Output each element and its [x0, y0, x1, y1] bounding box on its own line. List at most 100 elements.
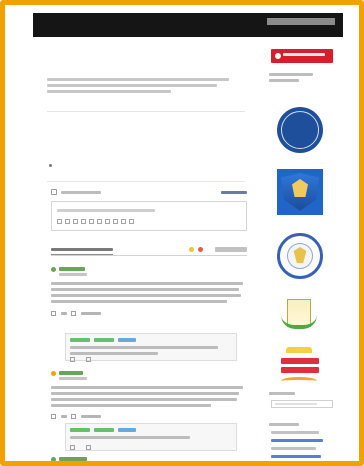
sidebar-button-icon — [275, 53, 281, 59]
reply-icon[interactable] — [86, 357, 91, 362]
sidebar-button-text — [283, 53, 325, 56]
comment-actions — [51, 414, 111, 419]
top-right-block — [267, 18, 335, 25]
intro-line-3 — [47, 90, 171, 93]
right-sidebar — [263, 43, 339, 461]
bold-icon[interactable] — [57, 219, 62, 224]
intro-line-1 — [47, 78, 229, 81]
sort-text — [61, 191, 101, 194]
reply-author[interactable] — [70, 428, 90, 432]
comment-text-line — [51, 398, 237, 401]
comment-meta-row — [51, 189, 247, 198]
intro-line-2 — [47, 84, 217, 87]
reply-time — [118, 338, 136, 342]
sidebar-link[interactable] — [271, 431, 319, 434]
login-link[interactable] — [221, 191, 247, 194]
university-seal-icon[interactable] — [277, 233, 323, 279]
section-divider-top — [47, 111, 245, 112]
comment-text-line — [51, 404, 211, 407]
avatar-icon — [51, 267, 56, 272]
page-frame — [0, 0, 364, 466]
comment-time — [59, 273, 87, 276]
avatar-icon — [51, 457, 56, 461]
reply-item — [65, 333, 237, 362]
avatar-icon — [51, 371, 56, 376]
sort-icon[interactable] — [51, 189, 57, 195]
comment-text-line — [51, 288, 239, 291]
moderator-badge — [94, 428, 114, 432]
logo-ribbon — [286, 347, 312, 353]
underline-icon[interactable] — [73, 219, 78, 224]
comment-author[interactable] — [59, 371, 83, 375]
image-icon[interactable] — [121, 219, 126, 224]
reply-icon[interactable] — [71, 311, 76, 316]
logo-ring — [281, 111, 319, 149]
like-icon[interactable] — [70, 357, 75, 362]
dislike-icon[interactable] — [198, 247, 203, 252]
comment-text-line — [51, 282, 243, 285]
logo-85-icon[interactable] — [277, 107, 323, 153]
main-content — [41, 43, 251, 461]
editor-placeholder — [57, 209, 155, 212]
moderator-badge — [94, 338, 114, 342]
quote-icon[interactable] — [105, 219, 110, 224]
list-icon[interactable] — [89, 219, 94, 224]
comment-score — [61, 415, 67, 418]
comment-score — [61, 312, 67, 315]
logo-swoosh — [281, 377, 317, 385]
ordered-list-icon[interactable] — [97, 219, 102, 224]
comment-text-line — [51, 392, 239, 395]
sidebar-search-label — [269, 392, 295, 395]
reply-time — [118, 428, 136, 432]
reply-text-line — [70, 436, 190, 439]
comment-item — [51, 371, 247, 419]
steps-of-success-icon[interactable] — [277, 347, 323, 393]
logo-title-line — [281, 358, 319, 364]
comment-text-line — [51, 300, 227, 303]
comments-underline — [51, 255, 247, 256]
comment-time — [59, 377, 87, 380]
editor-toolbar — [57, 219, 177, 225]
reply-item — [65, 423, 237, 451]
reply-icon[interactable] — [86, 445, 91, 450]
link-icon[interactable] — [113, 219, 118, 224]
logo-title-line — [281, 367, 319, 373]
comment-text-line — [51, 294, 241, 297]
reply-label[interactable] — [81, 312, 101, 315]
sidebar-link[interactable] — [271, 439, 323, 442]
strike-icon[interactable] — [81, 219, 86, 224]
like-icon[interactable] — [189, 247, 194, 252]
comments-tab-bar — [51, 247, 247, 256]
code-icon[interactable] — [129, 219, 134, 224]
sidebar-search-placeholder — [275, 403, 317, 405]
section-divider-middle — [47, 181, 245, 182]
comment-item — [51, 457, 247, 461]
comment-item — [51, 267, 247, 327]
like-icon[interactable] — [51, 311, 56, 316]
sidebar-top-button[interactable] — [271, 49, 333, 63]
reply-text-line — [70, 346, 218, 349]
like-icon[interactable] — [70, 445, 75, 450]
reply-author[interactable] — [70, 338, 90, 342]
like-icon[interactable] — [51, 414, 56, 419]
sidebar-caption — [269, 73, 313, 76]
sidebar-search-input[interactable] — [271, 400, 333, 408]
sidebar-link[interactable] — [271, 455, 321, 458]
comment-text-line — [51, 386, 243, 389]
sidebar-caption — [269, 79, 299, 82]
reply-label[interactable] — [81, 415, 101, 418]
sidebar-link[interactable] — [271, 447, 316, 450]
top-navigation — [33, 13, 343, 37]
reply-icon[interactable] — [71, 414, 76, 419]
comment-author[interactable] — [59, 267, 85, 271]
sidebar-section-label — [269, 423, 299, 426]
comment-editor[interactable] — [51, 201, 247, 231]
italic-icon[interactable] — [65, 219, 70, 224]
comment-author[interactable] — [59, 457, 87, 461]
coat-of-arms-icon[interactable] — [277, 169, 323, 215]
comment-actions — [51, 311, 111, 316]
bullet-dot — [49, 164, 52, 167]
sort-by-dropdown[interactable] — [215, 247, 247, 252]
comments-count-label — [51, 248, 113, 251]
award-badge-icon[interactable] — [277, 295, 323, 341]
